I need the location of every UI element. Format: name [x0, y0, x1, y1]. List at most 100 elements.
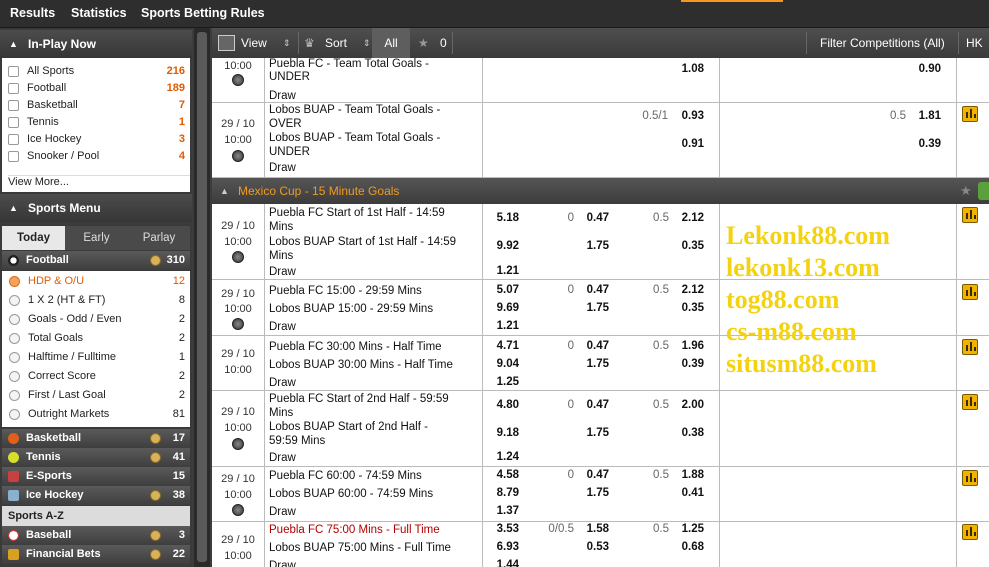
inplay-item[interactable]: Ice Hockey 3: [2, 131, 190, 148]
checkbox-icon[interactable]: [8, 117, 19, 128]
filter-competitions-button[interactable]: Filter Competitions (All): [820, 28, 945, 58]
tab-parlay[interactable]: Parlay: [128, 226, 190, 250]
odds-cell[interactable]: 1.25: [479, 376, 519, 388]
market-item[interactable]: Goals - Odd / Even 2: [2, 310, 190, 329]
odds-cell[interactable]: 0.90: [901, 63, 941, 75]
odds-cell[interactable]: 1.58: [569, 523, 609, 535]
odds-cell[interactable]: 1.21: [479, 265, 519, 277]
radio-icon[interactable]: [9, 390, 20, 401]
radio-selected-icon[interactable]: [9, 276, 20, 287]
odds-cell[interactable]: 4.71: [479, 340, 519, 352]
odds-cell[interactable]: 0.91: [664, 138, 704, 150]
inplay-item[interactable]: Football 189: [2, 80, 190, 97]
odds-cell[interactable]: 5.07: [479, 284, 519, 296]
stats-icon[interactable]: [962, 394, 978, 410]
odds-cell[interactable]: 5.18: [479, 212, 519, 224]
odds-cell[interactable]: 2.12: [664, 212, 704, 224]
sport-basketball[interactable]: Basketball 17: [2, 429, 190, 448]
nav-betting-rules[interactable]: Sports Betting Rules: [141, 6, 265, 20]
refresh-icon[interactable]: [978, 182, 989, 200]
stats-icon[interactable]: [962, 106, 978, 122]
nav-results[interactable]: Results: [10, 6, 55, 20]
checkbox-icon[interactable]: [8, 151, 19, 162]
sport-financial-bets[interactable]: Financial Bets 22: [2, 545, 190, 564]
odds-cell[interactable]: 2.12: [664, 284, 704, 296]
market-item[interactable]: Halftime / Fulltime 1: [2, 348, 190, 367]
odds-cell[interactable]: 8.79: [479, 487, 519, 499]
radio-icon[interactable]: [9, 333, 20, 344]
stats-icon[interactable]: [962, 524, 978, 540]
stats-icon[interactable]: [962, 207, 978, 223]
radio-icon[interactable]: [9, 352, 20, 363]
sport-tennis[interactable]: Tennis 41: [2, 448, 190, 467]
odds-cell[interactable]: 3.53: [479, 523, 519, 535]
odds-cell[interactable]: 0.39: [901, 138, 941, 150]
inplay-header[interactable]: ▲ In-Play Now: [0, 30, 192, 58]
odds-cell[interactable]: 0.47: [569, 469, 609, 481]
market-item[interactable]: Total Goals 2: [2, 329, 190, 348]
odds-cell[interactable]: 1.75: [569, 427, 609, 439]
odds-cell[interactable]: 0.47: [569, 340, 609, 352]
odds-cell[interactable]: 4.80: [479, 399, 519, 411]
odds-cell[interactable]: 1.08: [664, 63, 704, 75]
market-item[interactable]: First / Last Goal 2: [2, 386, 190, 405]
odds-cell[interactable]: 1.37: [479, 505, 519, 517]
odds-cell[interactable]: 1.75: [569, 358, 609, 370]
sport-baseball[interactable]: Baseball 3: [2, 526, 190, 545]
odds-cell[interactable]: 0.38: [664, 427, 704, 439]
inplay-item[interactable]: Tennis 1: [2, 114, 190, 131]
odds-cell[interactable]: 9.92: [479, 240, 519, 252]
odds-cell[interactable]: 1.81: [901, 110, 941, 122]
odds-cell[interactable]: 2.00: [664, 399, 704, 411]
favorite-star-icon[interactable]: ★: [960, 183, 976, 199]
sport-ice-hockey[interactable]: Ice Hockey 38: [2, 486, 190, 505]
odds-cell[interactable]: 0.47: [569, 399, 609, 411]
inplay-item[interactable]: All Sports 216: [2, 63, 190, 80]
market-item[interactable]: HDP & O/U 12: [2, 272, 190, 291]
odds-cell[interactable]: 9.04: [479, 358, 519, 370]
odds-cell[interactable]: 0.93: [664, 110, 704, 122]
radio-icon[interactable]: [9, 314, 20, 325]
odds-cell[interactable]: 1.24: [479, 451, 519, 463]
stats-icon[interactable]: [962, 339, 978, 355]
odds-cell[interactable]: 6.93: [479, 541, 519, 553]
radio-icon[interactable]: [9, 371, 20, 382]
odds-cell[interactable]: 1.88: [664, 469, 704, 481]
market-item[interactable]: Outright Markets 81: [2, 405, 190, 424]
odds-cell[interactable]: 0.53: [569, 541, 609, 553]
odds-cell[interactable]: 1.75: [569, 487, 609, 499]
odds-cell[interactable]: 0.47: [569, 284, 609, 296]
odds-cell[interactable]: 1.21: [479, 320, 519, 332]
stats-icon[interactable]: [962, 470, 978, 486]
view-more-link[interactable]: View More...: [8, 175, 190, 188]
tab-early[interactable]: Early: [65, 226, 128, 250]
odds-cell[interactable]: 0.68: [664, 541, 704, 553]
inplay-item[interactable]: Basketball 7: [2, 97, 190, 114]
scrollbar-thumb[interactable]: [197, 32, 207, 562]
odds-cell[interactable]: 1.25: [664, 523, 704, 535]
checkbox-icon[interactable]: [8, 100, 19, 111]
sport-football[interactable]: Football 310: [2, 251, 190, 270]
odds-cell[interactable]: 9.18: [479, 427, 519, 439]
odds-cell[interactable]: 4.58: [479, 469, 519, 481]
odds-cell[interactable]: 0.41: [664, 487, 704, 499]
radio-icon[interactable]: [9, 409, 20, 420]
odds-cell[interactable]: 1.75: [569, 240, 609, 252]
checkbox-icon[interactable]: [8, 134, 19, 145]
odds-cell[interactable]: 1.44: [479, 559, 519, 567]
sports-menu-header[interactable]: ▲ Sports Menu: [0, 194, 192, 222]
odds-cell[interactable]: 0.47: [569, 212, 609, 224]
odds-cell[interactable]: 1.75: [569, 302, 609, 314]
odds-cell[interactable]: 0.35: [664, 302, 704, 314]
odds-cell[interactable]: 9.69: [479, 302, 519, 314]
odds-cell[interactable]: 0.39: [664, 358, 704, 370]
stats-icon[interactable]: [962, 284, 978, 300]
sport-esports[interactable]: E-Sports 15: [2, 467, 190, 486]
nav-statistics[interactable]: Statistics: [71, 6, 127, 20]
market-item[interactable]: 1 X 2 (HT & FT) 8: [2, 291, 190, 310]
checkbox-icon[interactable]: [8, 83, 19, 94]
market-item[interactable]: Correct Score 2: [2, 367, 190, 386]
inplay-item[interactable]: Snooker / Pool 4: [2, 148, 190, 165]
tab-today[interactable]: Today: [2, 226, 65, 250]
competition-header[interactable]: ▲ Mexico Cup - 15 Minute Goals ★: [212, 178, 989, 204]
